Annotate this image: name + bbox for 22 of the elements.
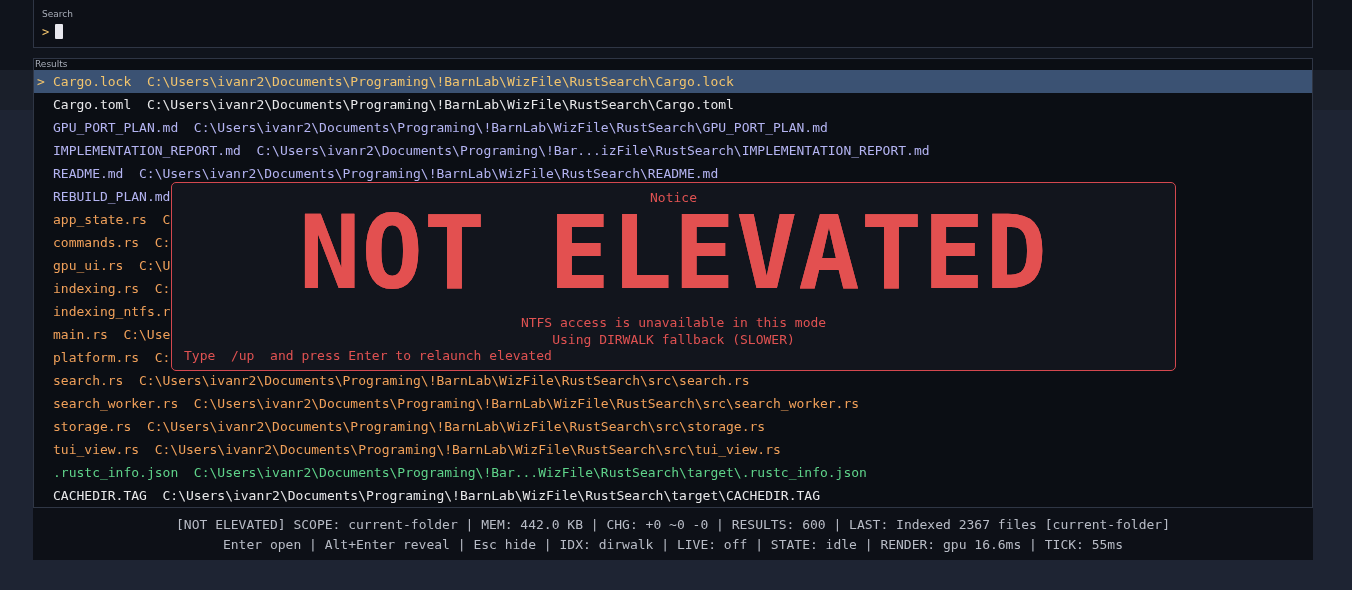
notice-message: Using DIRWALK fallback (SLOWER) (552, 332, 795, 347)
notice-message: NTFS access is unavailable in this mode (520, 315, 827, 330)
results-label: Results (34, 59, 69, 70)
banner-text: NOT ELEVATED (299, 207, 1048, 299)
result-row[interactable]: storage.rs C:\Users\ivanr2\Documents\Programing\!BarnLab\WizFile\RustSearch\src\storage.rs (34, 415, 1312, 438)
result-row[interactable]: search_worker.rs C:\Users\ivanr2\Documents\Programing\!BarnLab\WizFile\RustSearch\src\search_worker.rs (34, 392, 1312, 415)
result-row[interactable]: GPU_PORT_PLAN.md C:\Users\ivanr2\Documents\Programing\!BarnLab\WizFile\RustSearch\GPU_PORT_PLAN.md (34, 116, 1312, 139)
input-field[interactable] (55, 24, 64, 39)
relaunch-hint: Type /up and press Enter to relaunch elevated (184, 348, 552, 363)
result-row[interactable]: .rustc_info.json C:\Users\ivanr2\Documents\Programing\!Bar...WizFile\RustSearch\target\.rustc_info.json (34, 461, 1312, 484)
result-row[interactable]: Cargo.toml C:\Users\ivanr2\Documents\Programing\!BarnLab\WizFile\RustSearch\Cargo.toml (34, 93, 1312, 116)
prompt-symbol: > (42, 24, 50, 39)
result-row[interactable]: IMPLEMENTATION_REPORT.md C:\Users\ivanr2\Documents\Programing\!Bar...izFile\RustSearch\IMPLEMENTATION_REPORT.md (34, 139, 1312, 162)
dialog-title: Notice (650, 190, 697, 205)
result-row[interactable]: search.rs C:\Users\ivanr2\Documents\Programing\!BarnLab\WizFile\RustSearch\src\search.rs (34, 369, 1312, 392)
result-row[interactable]: tui_view.rs C:\Users\ivanr2\Documents\Programing\!BarnLab\WizFile\RustSearch\src\tui_view.rs (34, 438, 1312, 461)
result-row[interactable]: README.md C:\Users\ivanr2\Documents\Programing\!BarnLab\WizFile\RustSearch\README.md (34, 162, 1312, 185)
result-row[interactable]: CACHEDIR.TAG C:\Users\ivanr2\Documents\Programing\!BarnLab\WizFile\RustSearch\target\CACHEDIR.TAG (34, 484, 1312, 507)
status-text: Enter open | Alt+Enter reveal | Esc hide | IDX: dirwalk | LIVE: off | STATE: idle | RENDER: gpu 16.6ms | TICK: 55ms (222, 536, 1124, 552)
result-row[interactable]: > Cargo.lock C:\Users\ivanr2\Documents\Programing\!BarnLab\WizFile\RustSearch\Cargo.lock (34, 70, 1312, 93)
search-label: Search (42, 9, 74, 19)
status-text: [NOT ELEVATED] SCOPE: current-folder | MEM: 442.0 KB | CHG: +0 ~0 -0 | RESULTS: 600 | LAST: Indexed 2367 files [current-folder] (176, 516, 1170, 532)
